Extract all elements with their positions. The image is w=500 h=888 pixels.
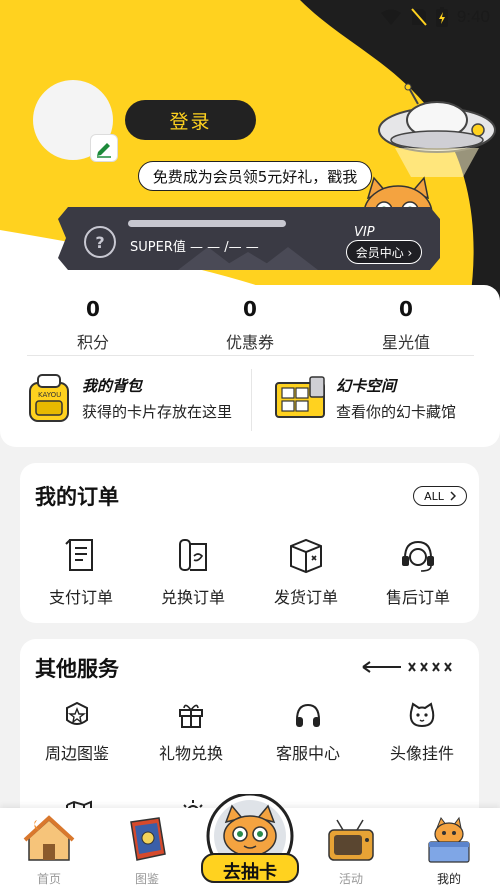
membership-promo-bubble[interactable]: 免费成为会员领5元好礼，戳我: [138, 161, 372, 191]
stat-value: 0: [399, 297, 413, 321]
status-time: 9:40: [456, 7, 490, 26]
draw-card-label: 去抽卡: [223, 862, 277, 883]
stat-starlight[interactable]: 0 星光值: [331, 295, 481, 353]
nav-label: 活动: [338, 872, 363, 886]
service-customer-center[interactable]: 客服中心: [251, 699, 365, 764]
orders-title: 我的订单: [35, 485, 119, 509]
order-aftersales[interactable]: 售后订单: [361, 535, 475, 608]
more-arrow-icon[interactable]: [359, 659, 463, 675]
no-sim-icon: [411, 8, 427, 26]
vip-card[interactable]: ? SUPER值 — — /— — VIP 会员中心 ›: [58, 207, 440, 270]
stat-value: 0: [86, 297, 100, 321]
service-label: 客服中心: [275, 744, 340, 763]
login-button[interactable]: 登录: [125, 100, 256, 140]
service-label: 礼物兑换: [158, 744, 223, 763]
edit-avatar-button[interactable]: [90, 134, 118, 162]
receipt-icon: [65, 539, 93, 571]
guide-book-icon: [130, 817, 166, 861]
order-label: 兑换订单: [160, 588, 225, 607]
stat-value: 0: [243, 297, 257, 321]
card-space-link[interactable]: 幻卡空间 查看你的幻卡藏馆: [272, 371, 456, 425]
service-label: 头像挂件: [389, 744, 454, 763]
nav-home[interactable]: 首页: [9, 814, 89, 887]
stat-points[interactable]: 0 积分: [18, 295, 168, 353]
my-orders-card: 我的订单 ALL 支付订单 兑换订单 发货订单 售后订单: [20, 463, 479, 623]
order-label: 售后订单: [385, 588, 450, 607]
service-gift-exchange[interactable]: 礼物兑换: [134, 699, 248, 764]
draw-card-button[interactable]: 去抽卡: [198, 792, 302, 886]
vip-label: VIP: [354, 225, 375, 240]
nav-activity[interactable]: 活动: [311, 814, 391, 887]
my-backpack-link[interactable]: KAYOU 我的背包 获得的卡片存放在这里: [24, 371, 232, 425]
battery-charging-icon: [435, 7, 448, 27]
chevron-right-icon: [450, 491, 456, 501]
all-orders-button[interactable]: ALL: [413, 486, 467, 506]
stat-coupons[interactable]: 0 优惠券: [175, 295, 325, 353]
wifi-icon: [380, 9, 401, 25]
status-bar: 9:40: [380, 4, 490, 30]
nav-guide[interactable]: 图鉴: [107, 814, 187, 887]
cat-face-icon: [409, 702, 435, 728]
mine-cat-box-icon: [428, 816, 470, 863]
star-badge-icon: [66, 701, 88, 725]
nav-label: 首页: [36, 872, 61, 886]
account-stats-card: 0 积分 0 优惠券 0 星光值 KAYOU 我的背包 获得的卡片存放在这里 幻…: [0, 285, 500, 447]
headphones-icon: [296, 703, 320, 727]
vip-center-button[interactable]: 会员中心 ›: [346, 240, 422, 264]
order-label: 支付订单: [48, 588, 113, 607]
quick-links-divider: [251, 369, 252, 431]
backpack-title: 我的背包: [82, 376, 143, 395]
order-shipping[interactable]: 发货订单: [249, 535, 363, 608]
service-avatar-pendant[interactable]: 头像挂件: [365, 699, 479, 764]
stats-divider: [27, 355, 474, 356]
order-label: 发货订单: [273, 588, 338, 607]
stat-label: 星光值: [381, 333, 430, 352]
order-exchange[interactable]: 兑换订单: [136, 535, 250, 608]
profile-header: 9:40 登录 免费成为会员领5元好礼，戳我 ? SUPER值 — — /— —…: [0, 0, 500, 300]
activity-tv-icon: [328, 819, 374, 861]
home-house-icon: [23, 815, 75, 861]
backpack-icon: KAYOU: [29, 374, 69, 422]
nav-label: 我的: [436, 872, 461, 886]
headset-icon: [402, 540, 434, 572]
service-label: 周边图鉴: [44, 744, 109, 763]
card-space-subtitle: 查看你的幻卡藏馆: [336, 402, 457, 421]
super-value-icon: ?: [84, 226, 116, 258]
super-value-label: SUPER值 — — /— —: [130, 240, 259, 255]
nav-label: 图鉴: [134, 872, 159, 886]
services-title: 其他服务: [35, 657, 119, 681]
all-orders-label: ALL: [424, 489, 444, 503]
card-space-title: 幻卡空间: [336, 376, 397, 395]
ufo-illustration: [378, 83, 496, 177]
gift-icon: [179, 704, 203, 728]
card-gallery-icon: [275, 376, 325, 418]
stat-label: 优惠券: [225, 333, 274, 352]
nav-mine[interactable]: 我的: [409, 814, 489, 887]
pencil-icon: [97, 143, 111, 158]
stat-label: 积分: [76, 333, 109, 352]
order-payment[interactable]: 支付订单: [24, 535, 138, 608]
backpack-subtitle: 获得的卡片存放在这里: [82, 402, 233, 421]
super-progress-bar: [128, 220, 286, 227]
box-icon: [290, 538, 322, 574]
svg-text:KAYOU: KAYOU: [38, 391, 61, 399]
exchange-icon: [179, 539, 207, 571]
service-merch-guide[interactable]: 周边图鉴: [20, 699, 134, 764]
